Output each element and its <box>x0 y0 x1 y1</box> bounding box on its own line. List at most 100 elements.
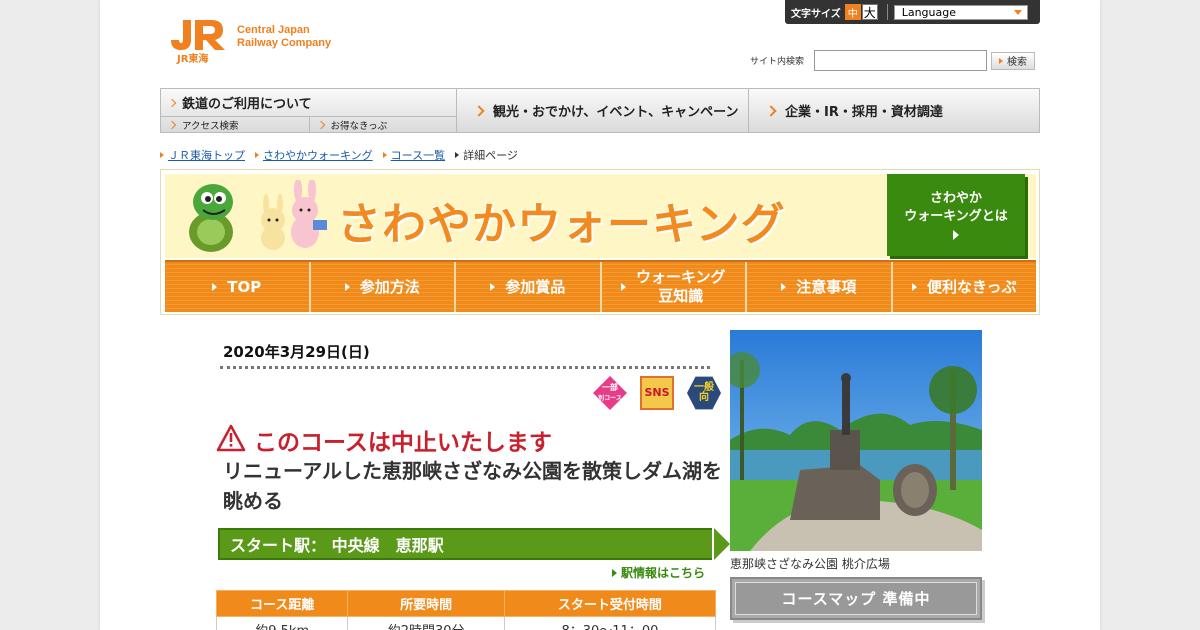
play-triangle-icon <box>490 283 496 291</box>
play-triangle-icon <box>953 230 959 240</box>
wnav-top[interactable]: TOP <box>165 262 311 312</box>
jr-central-logo[interactable]: JR東海 Central Japan Railway Company <box>165 16 331 65</box>
wnav-trivia-label: ウォーキング 豆知識 <box>636 268 726 306</box>
about-walking-button[interactable]: さわやか ウォーキングとは <box>887 174 1025 256</box>
station-info-link-label: 駅情報はこちら <box>621 566 706 580</box>
chevron-right-icon <box>167 120 177 129</box>
wnav-trivia-line2: 豆知識 <box>658 287 704 305</box>
table-header: 所要時間 <box>347 590 505 617</box>
cancel-text: このコースは中止いたします <box>254 430 552 456</box>
wnav-tickets[interactable]: 便利なきっぷ <box>893 262 1037 312</box>
play-triangle-icon <box>612 568 617 577</box>
about-line1: さわやか <box>929 191 982 206</box>
wnav-notes-label: 注意事項 <box>796 277 857 296</box>
logo-line1: Central Japan <box>237 24 310 36</box>
language-select-value: Language <box>901 5 956 19</box>
wnav-trivia-line1: ウォーキング <box>635 268 726 286</box>
general-badge-icon: 一般 向 <box>687 376 721 410</box>
search-label: サイト内検索 <box>750 57 805 67</box>
gnav-tickets-label: お得なきっぷ <box>330 120 388 132</box>
arrow-right-icon <box>455 152 460 158</box>
wnav-join-label: 参加方法 <box>359 277 420 296</box>
search-input[interactable] <box>814 50 988 71</box>
course-title: リニューアルした恵那峡さざなみ公園を散策しダム湖を眺める <box>223 459 722 513</box>
wnav-tickets-label: 便利なきっぷ <box>927 277 1017 296</box>
badge-general-line2: 向 <box>699 392 709 403</box>
breadcrumb-link-course-list[interactable]: コース一覧 <box>391 147 445 163</box>
jr-logo-icon: JR東海 <box>165 16 229 65</box>
badge-part-line1: 一部 <box>601 382 618 392</box>
breadcrumb-current: 詳細ページ <box>463 149 518 162</box>
table-header: スタート受付時間 <box>503 590 717 617</box>
logo-text: Central Japan Railway Company <box>237 24 331 50</box>
chevron-right-icon <box>316 120 325 129</box>
wnav-trivia[interactable]: ウォーキング 豆知識 <box>602 262 747 312</box>
play-triangle-icon <box>212 283 218 291</box>
font-size-large-button[interactable]: 大 <box>861 4 878 20</box>
wnav-notes[interactable]: 注意事項 <box>747 262 893 312</box>
font-size-medium-button[interactable]: 中 <box>844 4 861 20</box>
arrow-right-icon <box>999 57 1004 64</box>
warning-icon <box>216 424 246 456</box>
language-select[interactable]: Language <box>893 4 1028 20</box>
arrow-right-icon <box>160 152 164 158</box>
course-info-table: コース距離 所要時間 スタート受付時間 約9.5km 約2時間30分 8：30～… <box>215 590 717 630</box>
utility-bar: 文字サイズ 中 大 Language <box>785 0 1040 24</box>
badge-sns-text: SNS <box>644 386 670 399</box>
wnav-top-label: TOP <box>227 277 262 296</box>
walking-banner: さわやかウォーキング さわやか ウォーキングとは TOP 参加方法 参加賞品 ウ… <box>160 169 1040 315</box>
divider <box>886 4 888 20</box>
banner-header: さわやかウォーキング さわやか ウォーキングとは <box>165 174 1036 258</box>
start-station-bar: スタート駅： 中央線 恵那駅 <box>218 528 730 560</box>
breadcrumb: ＪＲ東海トップ さわやかウォーキング コース一覧 詳細ページ <box>160 147 518 163</box>
dotted-divider <box>220 366 710 369</box>
station-info-link[interactable]: 駅情報はこちら <box>612 564 705 581</box>
search-button-label: 検索 <box>1007 57 1028 68</box>
wnav-prize[interactable]: 参加賞品 <box>456 262 602 312</box>
course-date: 2020年3月29日(日) <box>223 343 370 361</box>
course-photo <box>730 330 982 551</box>
gnav-corporate-label: 企業・IR・採用・資材調達 <box>785 105 943 120</box>
gnav-tourism[interactable]: 観光・おでかけ、イベント、キャンペーン <box>457 89 749 132</box>
gnav-railway[interactable]: 鉄道のご利用について <box>161 89 456 117</box>
course-map-button[interactable]: コースマップ 準備中 <box>730 577 982 620</box>
gnav-tourism-label: 観光・おでかけ、イベント、キャンペーン <box>493 105 739 120</box>
about-line2: ウォーキングとは <box>904 209 1008 224</box>
table-cell-duration: 約2時間30分 <box>347 616 505 630</box>
cancel-notice: このコースは中止いたします <box>216 423 552 457</box>
course-map-button-label: コースマップ 準備中 <box>735 582 977 615</box>
gnav-railway-label: 鉄道のご利用について <box>182 97 312 112</box>
gnav-access-label: アクセス検索 <box>182 120 239 132</box>
mascot-illustration <box>173 178 333 258</box>
page-container: 文字サイズ 中 大 Language JR東海 Central Japan Ra… <box>100 0 1100 630</box>
play-triangle-icon <box>620 283 626 291</box>
font-size-label: 文字サイズ <box>791 8 841 20</box>
wnav-join[interactable]: 参加方法 <box>311 262 456 312</box>
partial-course-badge-icon: 一部 別コース <box>593 376 627 410</box>
gnav-corporate[interactable]: 企業・IR・採用・資材調達 <box>749 89 1039 132</box>
site-search: サイト内検索 検索 <box>750 50 1036 71</box>
course-badges: 一部 別コース SNS 一般 向 <box>580 376 721 410</box>
sns-badge-icon: SNS <box>640 376 674 410</box>
gnav-access-search[interactable]: アクセス検索 <box>161 117 309 132</box>
table-header: コース距離 <box>215 590 349 617</box>
badge-general-text: 一般 向 <box>694 383 714 403</box>
chevron-right-icon <box>167 98 177 107</box>
table-cell-distance: 約9.5km <box>215 616 349 630</box>
breadcrumb-link-jr-top[interactable]: ＪＲ東海トップ <box>168 147 245 163</box>
logo-mark-text: JR東海 <box>177 54 209 65</box>
breadcrumb-link-walking[interactable]: さわやかウォーキング <box>263 147 373 163</box>
play-triangle-icon <box>912 283 918 291</box>
badge-part-text: 一部 別コース <box>598 383 622 404</box>
logo-line2: Railway Company <box>237 37 332 49</box>
badge-part-line2: 別コース <box>598 394 622 402</box>
search-button[interactable]: 検索 <box>991 51 1036 70</box>
play-triangle-icon <box>344 283 350 291</box>
gnav-railway-group: 鉄道のご利用について アクセス検索 お得なきっぷ <box>161 89 457 132</box>
table-row: 約9.5km 約2時間30分 8：30～11：00 <box>215 616 717 630</box>
walking-nav: TOP 参加方法 参加賞品 ウォーキング 豆知識 注意事項 便利なきっぷ <box>165 260 1036 312</box>
gnav-tickets[interactable]: お得なきっぷ <box>308 117 457 132</box>
table-cell-reception: 8：30～11：00 <box>503 616 717 630</box>
chevron-right-icon <box>765 104 777 117</box>
gnav-subitems: アクセス検索 お得なきっぷ <box>161 117 456 132</box>
